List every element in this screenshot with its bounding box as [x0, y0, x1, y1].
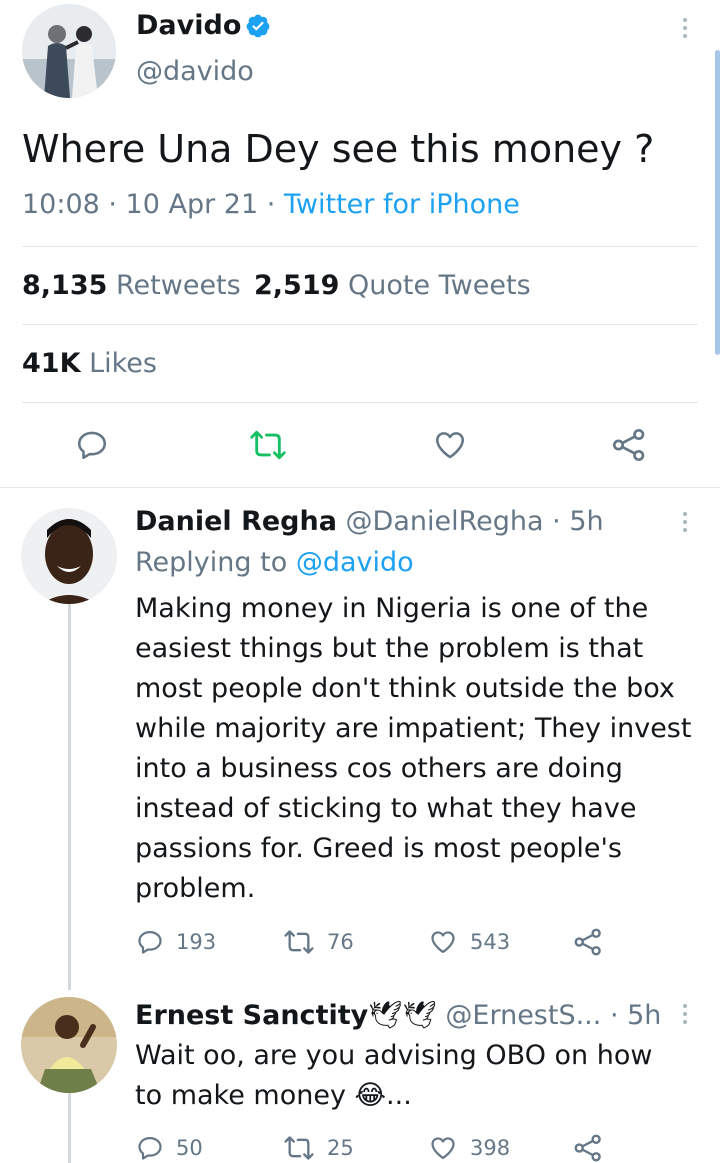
likes-stat[interactable]: 41K Likes: [22, 346, 157, 382]
dove-emoji: 🕊🕊: [368, 1000, 437, 1031]
likes-count: 41K: [22, 348, 81, 379]
replying-to-handle[interactable]: @davido: [296, 547, 414, 578]
reply-avatar[interactable]: [21, 508, 117, 604]
share-button[interactable]: [573, 1133, 603, 1163]
avatar-image: [22, 4, 116, 98]
like-button[interactable]: 398: [428, 1134, 510, 1162]
heart-icon: [431, 931, 455, 954]
reply-timestamp: · 5h: [552, 506, 604, 537]
scrollbar[interactable]: [715, 50, 720, 355]
more-vertical-icon[interactable]: [681, 512, 689, 536]
author-handle[interactable]: @davido: [136, 54, 254, 90]
reply-header: Ernest Sanctity🕊🕊 @ErnestS... · 5h: [135, 997, 661, 1035]
reply-author-handle[interactable]: @ErnestS...: [445, 1000, 601, 1031]
replying-to-label: Replying to: [135, 547, 296, 578]
share-icon: [574, 1134, 601, 1162]
retweets-count: 8,135: [22, 270, 108, 301]
reply-count: 193: [176, 930, 217, 954]
share-icon[interactable]: [611, 427, 647, 467]
heart-icon[interactable]: [432, 428, 468, 466]
like-count: 543: [470, 930, 511, 954]
share-button[interactable]: [573, 927, 603, 957]
more-vertical-icon[interactable]: [681, 1004, 689, 1028]
reply-icon[interactable]: [75, 428, 109, 466]
reply-header: Daniel Regha @DanielRegha · 5h: [135, 503, 604, 541]
like-button[interactable]: 543: [428, 928, 510, 956]
tweet-meta: 10:08 · 10 Apr 21 · Twitter for iPhone: [22, 187, 520, 223]
retweet-icon: [284, 930, 314, 954]
likes-label: Likes: [89, 348, 157, 379]
author-avatar[interactable]: [22, 4, 116, 98]
retweet-count: 76: [327, 930, 354, 954]
reply-author-name[interactable]: Daniel Regha: [135, 506, 337, 537]
avatar-image: [21, 508, 117, 604]
reply-author-handle[interactable]: @DanielRegha: [346, 506, 544, 537]
verified-badge-icon: [245, 13, 271, 43]
heart-icon: [431, 1137, 455, 1160]
share-icon: [574, 928, 601, 956]
retweets-label: Retweets: [116, 270, 241, 301]
retweets-stat[interactable]: 8,135 Retweets: [22, 268, 241, 304]
quote-tweets-count: 2,519: [254, 270, 340, 301]
reply-timestamp: · 5h: [609, 1000, 662, 1031]
tweet-timestamp: 10:08 · 10 Apr 21 ·: [22, 189, 284, 220]
quote-tweets-stat[interactable]: 2,519 Quote Tweets: [254, 268, 531, 304]
quote-tweets-label: Quote Tweets: [348, 270, 531, 301]
replying-to-line: Replying to @davido: [135, 544, 414, 582]
retweet-icon[interactable]: [249, 428, 287, 466]
avatar-image: [21, 997, 117, 1093]
reply-avatar[interactable]: [21, 997, 117, 1093]
retweet-button[interactable]: 76: [283, 928, 354, 956]
reply-author-name[interactable]: Ernest Sanctity: [135, 1000, 368, 1031]
tweet-source-link[interactable]: Twitter for iPhone: [284, 189, 520, 220]
thread-line: [68, 1093, 71, 1163]
author-name[interactable]: Davido: [136, 8, 241, 44]
reply-count: 50: [176, 1136, 203, 1160]
reply-button[interactable]: 193: [136, 928, 216, 956]
retweet-button[interactable]: 25: [283, 1134, 354, 1162]
thread-line: [68, 604, 71, 990]
like-count: 398: [470, 1136, 511, 1160]
tweet-text: Where Una Dey see this money ?: [22, 127, 655, 171]
more-vertical-icon[interactable]: [681, 18, 689, 42]
reply-icon: [138, 1136, 162, 1160]
retweet-count: 25: [327, 1136, 354, 1160]
reply-button[interactable]: 50: [136, 1134, 203, 1162]
reply-text: Making money in Nigeria is one of the ea…: [135, 593, 692, 904]
reply-icon: [138, 930, 162, 954]
reply-text: Wait oo, are you advising OBO on how to …: [135, 1040, 653, 1111]
retweet-icon: [284, 1136, 314, 1160]
